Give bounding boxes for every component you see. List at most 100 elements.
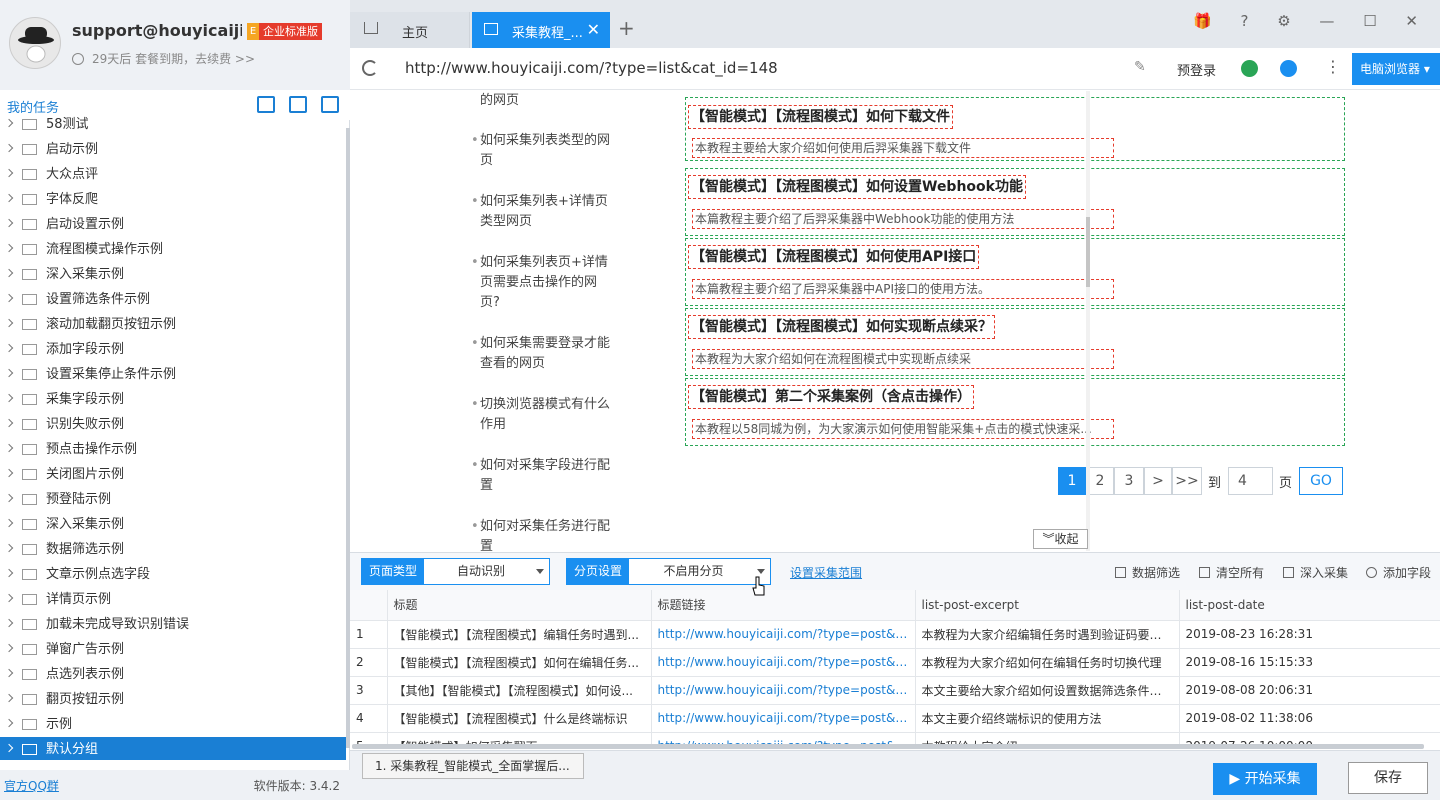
clear-all-button[interactable]: 清空所有 [1199, 564, 1264, 581]
table-cell[interactable]: 【其他】【智能模式】【流程图模式】如何设... [387, 676, 652, 705]
task-folder-item[interactable]: 启动示例 [0, 137, 346, 162]
table-cell[interactable]: http://www.houyicaiji.com/?type=post&pid… [651, 620, 916, 649]
nav-link[interactable]: 切换浏览器模式有什么作用 [471, 395, 610, 435]
go-button[interactable]: GO [1299, 467, 1343, 495]
post-item[interactable]: 【智能模式】【流程图模式】如何下载文件 本教程主要给大家介绍如何使用后羿采集器下… [685, 97, 1345, 161]
nav-link[interactable]: 如何采集列表类型的网页 [471, 131, 610, 171]
post-item[interactable]: 【智能模式】【流程图模式】如何使用API接口 本篇教程主要介绍了后羿采集器中AP… [685, 238, 1345, 306]
nav-link[interactable]: 的网页 [480, 91, 610, 111]
table-cell[interactable]: 本教程为大家介绍编辑任务时遇到验证码要怎... [915, 620, 1180, 649]
table-cell[interactable]: http://www.houyicaiji.com/?type=post&pid… [651, 648, 916, 677]
page-2-button[interactable]: 2 [1086, 467, 1114, 495]
table-cell[interactable]: 4 [350, 704, 388, 733]
search-task-icon[interactable] [321, 96, 339, 113]
task-folder-item[interactable]: 字体反爬 [0, 187, 346, 212]
task-folder-item[interactable]: 流程图模式操作示例 [0, 237, 346, 262]
next-page-button[interactable]: > [1144, 467, 1172, 495]
table-cell[interactable]: http://www.houyicaiji.com/?type=post&pid… [651, 676, 916, 705]
post-title[interactable]: 【智能模式】【流程图模式】如何实现断点续采？ [688, 315, 995, 339]
table-cell[interactable]: 【智能模式】【流程图模式】什么是终端标识 [387, 704, 652, 733]
table-row[interactable]: 1 【智能模式】【流程图模式】编辑任务时遇到... http://www.houyi… [350, 620, 1440, 649]
post-item[interactable]: 【智能模式】【流程图模式】如何设置Webhook功能 本篇教程主要介绍了后羿采集… [685, 168, 1345, 236]
task-folder-item[interactable]: 设置采集停止条件示例 [0, 362, 346, 387]
page-number-input[interactable]: 4 [1228, 467, 1273, 495]
task-folder-item[interactable]: 关闭图片示例 [0, 462, 346, 487]
column-header[interactable]: 标题链接 [651, 590, 916, 621]
task-folder-item[interactable]: 弹窗广告示例 [0, 637, 346, 662]
table-cell[interactable]: 2019-08-08 20:06:31 [1179, 676, 1440, 705]
web-scroll-thumb[interactable] [1086, 217, 1090, 287]
task-folder-item[interactable]: 添加字段示例 [0, 337, 346, 362]
nav-link[interactable]: 如何对采集任务进行配置 [471, 517, 610, 551]
table-cell[interactable]: 本文主要介绍终端标识的使用方法 [915, 704, 1180, 733]
set-range-link[interactable]: 设置采集范围 [790, 564, 862, 581]
task-folder-item[interactable]: 加载未完成导致识别错误 [0, 612, 346, 637]
blue-plugin-icon[interactable] [1280, 60, 1297, 77]
post-title[interactable]: 【智能模式】第二个采集案例（含点击操作） [688, 385, 974, 409]
task-folder-item[interactable]: 采集字段示例 [0, 387, 346, 412]
more-menu-icon[interactable]: ⋮ [1325, 57, 1341, 76]
task-folder-item[interactable]: 文章示例点选字段 [0, 562, 346, 587]
table-row[interactable]: 4 【智能模式】【流程图模式】什么是终端标识 http://www.houyicai… [350, 704, 1440, 733]
last-page-button[interactable]: >> [1172, 467, 1202, 495]
post-item[interactable]: 【智能模式】第二个采集案例（含点击操作） 本教程以58同城为例，为大家演示如何使… [685, 378, 1345, 446]
table-cell[interactable]: 2 [350, 648, 388, 677]
column-header[interactable]: 标题 [387, 590, 652, 621]
post-title[interactable]: 【智能模式】【流程图模式】如何使用API接口 [688, 245, 980, 269]
table-cell[interactable]: 2019-08-16 15:15:33 [1179, 648, 1440, 677]
import-task-icon[interactable] [257, 96, 275, 113]
table-cell[interactable]: 【智能模式】【流程图模式】编辑任务时遇到... [387, 620, 652, 649]
tab-home[interactable]: 主页 [350, 12, 470, 48]
browser-mode-dropdown[interactable]: 电脑浏览器 ▾ [1352, 53, 1440, 85]
nav-link[interactable]: 如何采集列表+详情页类型网页 [471, 192, 610, 232]
deep-collect-button[interactable]: 深入采集 [1283, 564, 1348, 581]
new-task-icon[interactable] [289, 96, 307, 113]
prelogin-button[interactable]: 预登录 [1177, 60, 1216, 79]
edit-pen-icon[interactable]: ✎ [1134, 59, 1146, 75]
url-input[interactable]: http://www.houyicaiji.com/?type=list&cat… [405, 59, 778, 77]
table-cell[interactable]: 本教程为大家介绍如何在编辑任务时切换代理 [915, 648, 1180, 677]
task-folder-item[interactable]: 预登陆示例 [0, 487, 346, 512]
post-title[interactable]: 【智能模式】【流程图模式】如何设置Webhook功能 [688, 175, 1026, 199]
table-hscrollbar[interactable] [352, 744, 1424, 749]
table-cell[interactable]: 本文主要给大家介绍如何设置数据筛选条件和... [915, 676, 1180, 705]
plan-expire-link[interactable]: 29天后 套餐到期，去续费 >> [72, 50, 255, 67]
task-folder-item[interactable]: 详情页示例 [0, 587, 346, 612]
task-folder-item[interactable]: 点选列表示例 [0, 662, 346, 687]
task-tab[interactable]: 1. 采集教程_智能模式_全面掌握后... [362, 753, 584, 779]
qq-group-link[interactable]: 官方QQ群 [4, 777, 59, 794]
table-cell[interactable]: 2019-08-23 16:28:31 [1179, 620, 1440, 649]
table-cell[interactable]: http://www.houyicaiji.com/?type=post&pid… [651, 704, 916, 733]
table-cell[interactable]: 【智能模式】【流程图模式】如何在编辑任务... [387, 648, 652, 677]
tab-tutorial[interactable]: 采集教程_... ✕ [472, 12, 610, 48]
web-scrollbar[interactable] [1086, 91, 1090, 551]
table-row[interactable]: 3 【其他】【智能模式】【流程图模式】如何设... http://www.houyi… [350, 676, 1440, 705]
column-header[interactable]: list-post-excerpt [915, 590, 1180, 621]
task-folder-item[interactable]: 深入采集示例 [0, 512, 346, 537]
task-folder-item[interactable]: 启动设置示例 [0, 212, 346, 237]
new-tab-button[interactable]: + [618, 16, 635, 40]
task-folder-item[interactable]: 识别失败示例 [0, 412, 346, 437]
task-folder-item[interactable]: 预点击操作示例 [0, 437, 346, 462]
green-plugin-icon[interactable] [1241, 60, 1258, 77]
task-folder-item[interactable]: 58测试 [0, 112, 346, 137]
task-folder-item[interactable]: 大众点评 [0, 162, 346, 187]
nav-link[interactable]: 如何采集需要登录才能查看的网页 [471, 334, 610, 374]
task-folder-item[interactable]: 深入采集示例 [0, 262, 346, 287]
task-folder-item[interactable]: 示例 [0, 712, 346, 737]
avatar[interactable] [9, 17, 61, 69]
close-tab-icon[interactable]: ✕ [587, 20, 600, 39]
paging-select[interactable]: 分页设置 不启用分页 [566, 558, 771, 585]
add-field-button[interactable]: 添加字段 [1366, 564, 1431, 581]
task-folder-item[interactable]: 数据筛选示例 [0, 537, 346, 562]
page-3-button[interactable]: 3 [1114, 467, 1144, 495]
post-title[interactable]: 【智能模式】【流程图模式】如何下载文件 [688, 105, 953, 129]
column-header[interactable]: list-post-date [1179, 590, 1440, 621]
page-1-button[interactable]: 1 [1058, 467, 1086, 495]
window-controls[interactable]: 🎁 ? ⚙ — ☐ ✕ [1193, 12, 1430, 30]
collapse-button[interactable]: ︾收起 [1033, 529, 1088, 549]
save-button[interactable]: 保存 [1348, 762, 1428, 794]
column-header[interactable] [350, 590, 388, 621]
reload-icon[interactable] [362, 60, 378, 76]
post-item[interactable]: 【智能模式】【流程图模式】如何实现断点续采？ 本教程为大家介绍如何在流程图模式中… [685, 308, 1345, 376]
